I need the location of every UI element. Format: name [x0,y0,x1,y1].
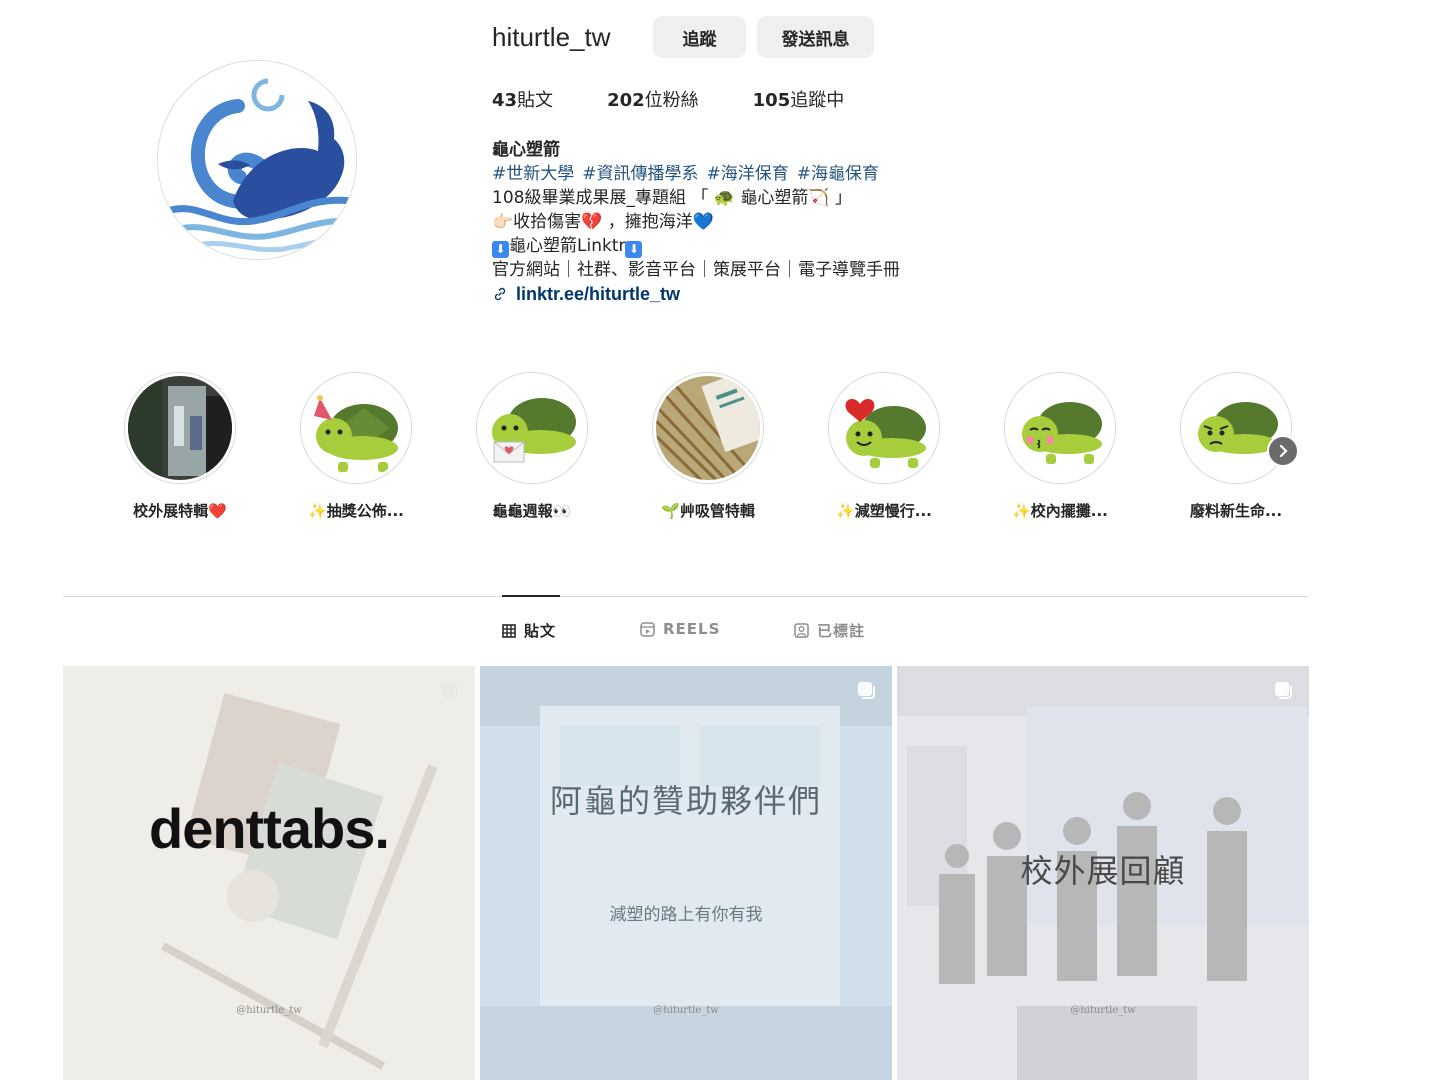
highlight-photo-icon [128,376,232,480]
profile-display-name: 龜心塑箭 [492,140,560,160]
profile-stats: 43貼文 202位粉絲 105追蹤中 [492,86,898,112]
bio-line: 官方網站｜社群、影音平台｜策展平台｜電子導覽手冊 [492,260,900,280]
hashtag-link[interactable]: #海龜保育 [797,164,879,184]
post-thumbnail[interactable]: 阿龜的贊助夥伴們 減塑的路上有你有我 @hiturtle_tw [480,666,892,1080]
carousel-icon [441,682,458,699]
followers-count[interactable]: 202位粉絲 [607,86,699,112]
chevron-right-icon [1279,444,1288,458]
send-message-button[interactable]: 發送訊息 [757,16,874,58]
hashtag-link[interactable]: #資訊傳播學系 [582,164,698,184]
highlight-label: 🌱艸吸管特輯 [661,502,755,520]
following-count[interactable]: 105追蹤中 [753,86,845,112]
post-watermark: @hiturtle_tw [653,1005,719,1016]
highlight-item[interactable]: 校外展特輯❤️ [110,372,250,521]
post-thumbnail[interactable]: 校外展回顧 @hiturtle_tw [897,666,1309,1080]
link-icon [494,287,506,301]
post-title: 阿龜的贊助夥伴們 [549,782,822,820]
profile-bio: 龜心塑箭 #世新大學 #資訊傳播學系 #海洋保育 #海龜保育 108級畢業成果展_專題… [492,138,900,306]
straw-photo-icon [656,376,760,480]
post-thumbnail[interactable]: denttabs. @hiturtle_tw [63,666,475,1080]
post-watermark: @hiturtle_tw [236,1005,302,1016]
highlight-label: 龜龜週報👀 [492,502,572,520]
party-turtle-icon [304,376,408,480]
highlight-label: ✨校內擺攤... [1012,502,1108,520]
heart-turtle-icon [832,376,936,480]
carousel-icon [858,682,875,699]
tabs-divider [63,596,1309,597]
kiss-turtle-icon [1008,376,1112,480]
tab-posts[interactable]: 貼文 [502,620,556,641]
highlights-next-button[interactable] [1267,435,1299,467]
post-background-image [63,666,475,1080]
active-tab-indicator [502,595,560,597]
posts-count: 43貼文 [492,90,554,111]
down-arrow-icon: ⬇ [492,241,509,258]
tagged-person-icon [794,623,809,638]
tab-tagged[interactable]: 已標註 [794,620,865,641]
tab-reels[interactable]: REELS [640,620,720,638]
follow-button[interactable]: 追蹤 [653,16,746,58]
highlight-item[interactable]: ✨抽獎公佈... [286,372,426,521]
grid-icon [502,623,516,638]
highlight-label: ✨抽獎公佈... [308,502,404,520]
bio-hashtags: #世新大學 #資訊傳播學系 #海洋保育 #海龜保育 [492,162,900,186]
carousel-icon [1275,682,1292,699]
hashtag-link[interactable]: #世新大學 [492,164,574,184]
bio-line: 👉🏻收拾傷害💔 ，擁抱海洋💙 [492,212,714,232]
post-watermark: @hiturtle_tw [1070,1005,1136,1016]
highlight-item[interactable]: 龜龜週報👀 [462,372,602,521]
post-title: denttabs. [149,797,390,860]
down-arrow-icon: ⬇ [625,241,643,258]
highlight-item[interactable]: 🌱艸吸管特輯 [638,372,778,521]
grumpy-turtle-icon [1184,376,1288,480]
story-highlights: 校外展特輯❤️ ✨抽獎公佈... 龜龜週報👀 🌱艸吸管特輯 ✨減塑慢行... ✨… [110,372,1310,532]
turtle-logo-icon [158,61,356,259]
highlight-label: 廢料新生命... [1189,502,1283,520]
highlight-label: 校外展特輯❤️ [133,502,227,520]
hashtag-link[interactable]: #海洋保育 [707,164,789,184]
profile-tabs: 貼文 REELS 已標註 [0,620,1454,644]
bio-external-link[interactable]: linktr.ee/hiturtle_tw [492,282,900,306]
post-background-image [480,666,892,1080]
highlight-item[interactable]: ✨減塑慢行... [814,372,954,521]
profile-avatar[interactable] [157,60,357,260]
highlight-item[interactable]: ✨校內擺攤... [990,372,1130,521]
highlight-label: ✨減塑慢行... [836,502,932,520]
profile-username: hiturtle_tw [492,22,611,52]
bio-line: 108級畢業成果展_專題組 「 🐢 龜心塑箭🏹 」 [492,188,852,208]
letter-turtle-icon [480,376,584,480]
bio-line: ⬇ 龜心塑箭Linktr ⬇ [492,234,900,258]
reels-icon [640,621,655,637]
post-subtitle: 減塑的路上有你有我 [609,905,763,925]
post-title: 校外展回顧 [1020,852,1186,890]
